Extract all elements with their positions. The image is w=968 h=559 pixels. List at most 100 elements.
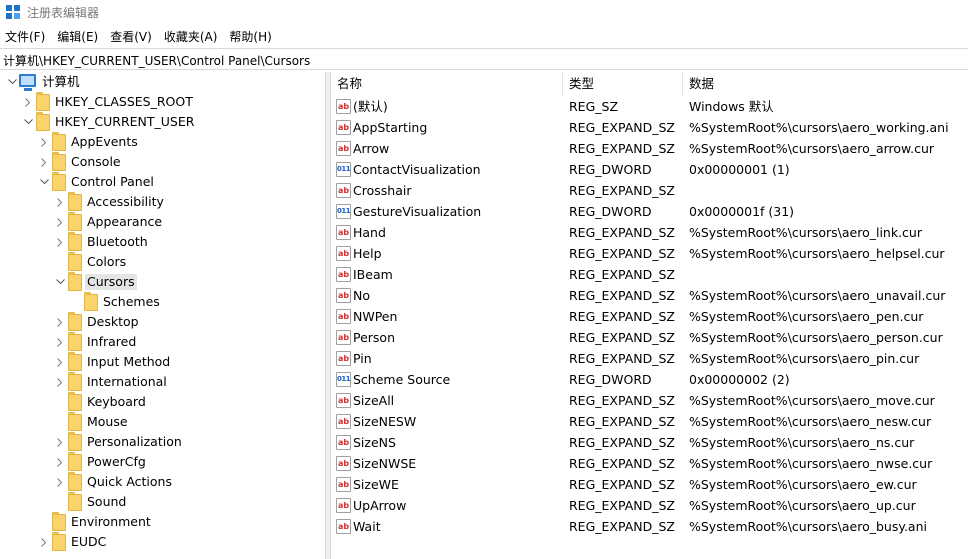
- value-row[interactable]: ab SizeNESW REG_EXPAND_SZ %SystemRoot%\curs…: [331, 411, 968, 432]
- value-row[interactable]: ab SizeNS REG_EXPAND_SZ %SystemRoot%\cursor…: [331, 432, 968, 453]
- value-type: REG_DWORD: [569, 162, 652, 177]
- tree-item[interactable]: Desktop: [0, 312, 325, 332]
- tree-item[interactable]: Mouse: [0, 412, 325, 432]
- chevron-right-icon[interactable]: [39, 532, 49, 552]
- folder-icon: [68, 232, 82, 251]
- chevron-right-icon[interactable]: [55, 232, 65, 252]
- menu-favorites[interactable]: 收藏夹(A): [158, 27, 224, 47]
- value-row[interactable]: ab No REG_EXPAND_SZ %SystemRoot%\cursors\ae…: [331, 285, 968, 306]
- value-type: REG_EXPAND_SZ: [569, 351, 675, 366]
- value-row[interactable]: 011 GestureVisualization REG_DWORD 0x000000…: [331, 201, 968, 222]
- value-row[interactable]: ab SizeAll REG_EXPAND_SZ %SystemRoot%\curso…: [331, 390, 968, 411]
- chevron-down-icon[interactable]: [39, 172, 49, 192]
- value-data: %SystemRoot%\cursors\aero_pen.cur: [689, 309, 924, 324]
- chevron-down-icon[interactable]: [23, 112, 33, 132]
- address-bar[interactable]: 计算机\HKEY_CURRENT_USER\Control Panel\Curs…: [0, 48, 968, 70]
- tree-item[interactable]: 计算机: [0, 72, 325, 92]
- tree-item[interactable]: HKEY_CURRENT_USER: [0, 112, 325, 132]
- value-data: %SystemRoot%\cursors\aero_busy.ani: [689, 519, 927, 534]
- value-row[interactable]: ab SizeWE REG_EXPAND_SZ %SystemRoot%\cursor…: [331, 474, 968, 495]
- tree-item[interactable]: Schemes: [0, 292, 325, 312]
- tree-item-label: HKEY_CURRENT_USER: [55, 114, 195, 129]
- column-header-name[interactable]: 名称: [331, 72, 563, 96]
- string-value-icon: ab: [336, 120, 351, 135]
- address-path[interactable]: 计算机\HKEY_CURRENT_USER\Control Panel\Curs…: [3, 52, 310, 69]
- tree-item[interactable]: International: [0, 372, 325, 392]
- chevron-down-icon[interactable]: [7, 72, 17, 92]
- value-row[interactable]: ab AppStarting REG_EXPAND_SZ %SystemRoot%\c…: [331, 117, 968, 138]
- tree-item[interactable]: HKEY_CLASSES_ROOT: [0, 92, 325, 112]
- value-type: REG_EXPAND_SZ: [569, 330, 675, 345]
- chevron-right-icon[interactable]: [55, 192, 65, 212]
- key-tree[interactable]: 计算机 HKEY_CLASSES_ROOT HKEY_CURRENT_USER App…: [0, 72, 325, 559]
- value-row[interactable]: 011 Scheme Source REG_DWORD 0x00000002 (2): [331, 369, 968, 390]
- chevron-right-icon[interactable]: [55, 452, 65, 472]
- tree-item[interactable]: Accessibility: [0, 192, 325, 212]
- tree-item[interactable]: Infrared: [0, 332, 325, 352]
- value-name: Hand: [353, 225, 386, 240]
- folder-icon: [68, 372, 82, 391]
- string-value-icon: ab: [336, 309, 351, 324]
- menu-file[interactable]: 文件(F): [0, 27, 51, 47]
- chevron-right-icon[interactable]: [55, 472, 65, 492]
- tree-item[interactable]: Sound: [0, 492, 325, 512]
- string-value-icon: ab: [336, 414, 351, 429]
- value-name: SizeNS: [353, 435, 396, 450]
- value-row[interactable]: ab Crosshair REG_EXPAND_SZ: [331, 180, 968, 201]
- tree-item[interactable]: AppEvents: [0, 132, 325, 152]
- value-name: Pin: [353, 351, 372, 366]
- value-row[interactable]: ab SizeNWSE REG_EXPAND_SZ %SystemRoot%\curs…: [331, 453, 968, 474]
- chevron-right-icon[interactable]: [55, 212, 65, 232]
- value-name: AppStarting: [353, 120, 428, 135]
- value-row[interactable]: ab IBeam REG_EXPAND_SZ: [331, 264, 968, 285]
- value-type: REG_DWORD: [569, 204, 652, 219]
- tree-item[interactable]: Personalization: [0, 432, 325, 452]
- value-row[interactable]: ab Hand REG_EXPAND_SZ %SystemRoot%\cursors\…: [331, 222, 968, 243]
- chevron-right-icon[interactable]: [55, 372, 65, 392]
- chevron-right-icon[interactable]: [39, 132, 49, 152]
- values-list[interactable]: 名称 类型 数据 ab (默认) REG_SZ Windows 默认 ab AppStar…: [331, 72, 968, 559]
- value-data: %SystemRoot%\cursors\aero_helpsel.cur: [689, 246, 945, 261]
- chevron-right-icon[interactable]: [55, 312, 65, 332]
- tree-item[interactable]: Appearance: [0, 212, 325, 232]
- value-row[interactable]: ab Pin REG_EXPAND_SZ %SystemRoot%\cursors\a…: [331, 348, 968, 369]
- menu-help[interactable]: 帮助(H): [223, 27, 277, 47]
- chevron-right-icon[interactable]: [55, 332, 65, 352]
- folder-icon: [52, 152, 66, 171]
- chevron-right-icon[interactable]: [39, 152, 49, 172]
- value-row[interactable]: ab Wait REG_EXPAND_SZ %SystemRoot%\cursors\…: [331, 516, 968, 537]
- value-row[interactable]: ab UpArrow REG_EXPAND_SZ %SystemRoot%\curso…: [331, 495, 968, 516]
- value-row[interactable]: ab (默认) REG_SZ Windows 默认: [331, 96, 968, 117]
- tree-item[interactable]: Colors: [0, 252, 325, 272]
- tree-item[interactable]: Keyboard: [0, 392, 325, 412]
- tree-item-label: Appearance: [87, 214, 163, 229]
- folder-icon: [68, 252, 82, 271]
- value-row[interactable]: ab Person REG_EXPAND_SZ %SystemRoot%\cursor…: [331, 327, 968, 348]
- value-row[interactable]: ab Help REG_EXPAND_SZ %SystemRoot%\cursors\…: [331, 243, 968, 264]
- chevron-right-icon[interactable]: [23, 92, 33, 112]
- menu-view[interactable]: 查看(V): [104, 27, 158, 47]
- chevron-down-icon[interactable]: [55, 272, 65, 292]
- value-row[interactable]: ab NWPen REG_EXPAND_SZ %SystemRoot%\cursors…: [331, 306, 968, 327]
- value-data: 0x00000001 (1): [689, 162, 790, 177]
- value-data: %SystemRoot%\cursors\aero_nesw.cur: [689, 414, 932, 429]
- tree-item-label: Mouse: [87, 414, 128, 429]
- tree-item[interactable]: Console: [0, 152, 325, 172]
- folder-icon: [68, 392, 82, 411]
- tree-item[interactable]: EUDC: [0, 532, 325, 552]
- chevron-right-icon[interactable]: [55, 352, 65, 372]
- tree-item[interactable]: Environment: [0, 512, 325, 532]
- menu-edit[interactable]: 编辑(E): [51, 27, 104, 47]
- tree-item[interactable]: Cursors: [0, 272, 325, 292]
- chevron-right-icon[interactable]: [55, 432, 65, 452]
- value-row[interactable]: 011 ContactVisualization REG_DWORD 0x000000…: [331, 159, 968, 180]
- tree-item[interactable]: PowerCfg: [0, 452, 325, 472]
- column-header-data[interactable]: 数据: [683, 72, 968, 96]
- column-header-type[interactable]: 类型: [563, 72, 683, 96]
- tree-item[interactable]: Bluetooth: [0, 232, 325, 252]
- tree-item[interactable]: Quick Actions: [0, 472, 325, 492]
- tree-item[interactable]: Control Panel: [0, 172, 325, 192]
- tree-item[interactable]: Input Method: [0, 352, 325, 372]
- value-row[interactable]: ab Arrow REG_EXPAND_SZ %SystemRoot%\cursors…: [331, 138, 968, 159]
- folder-icon: [68, 492, 82, 511]
